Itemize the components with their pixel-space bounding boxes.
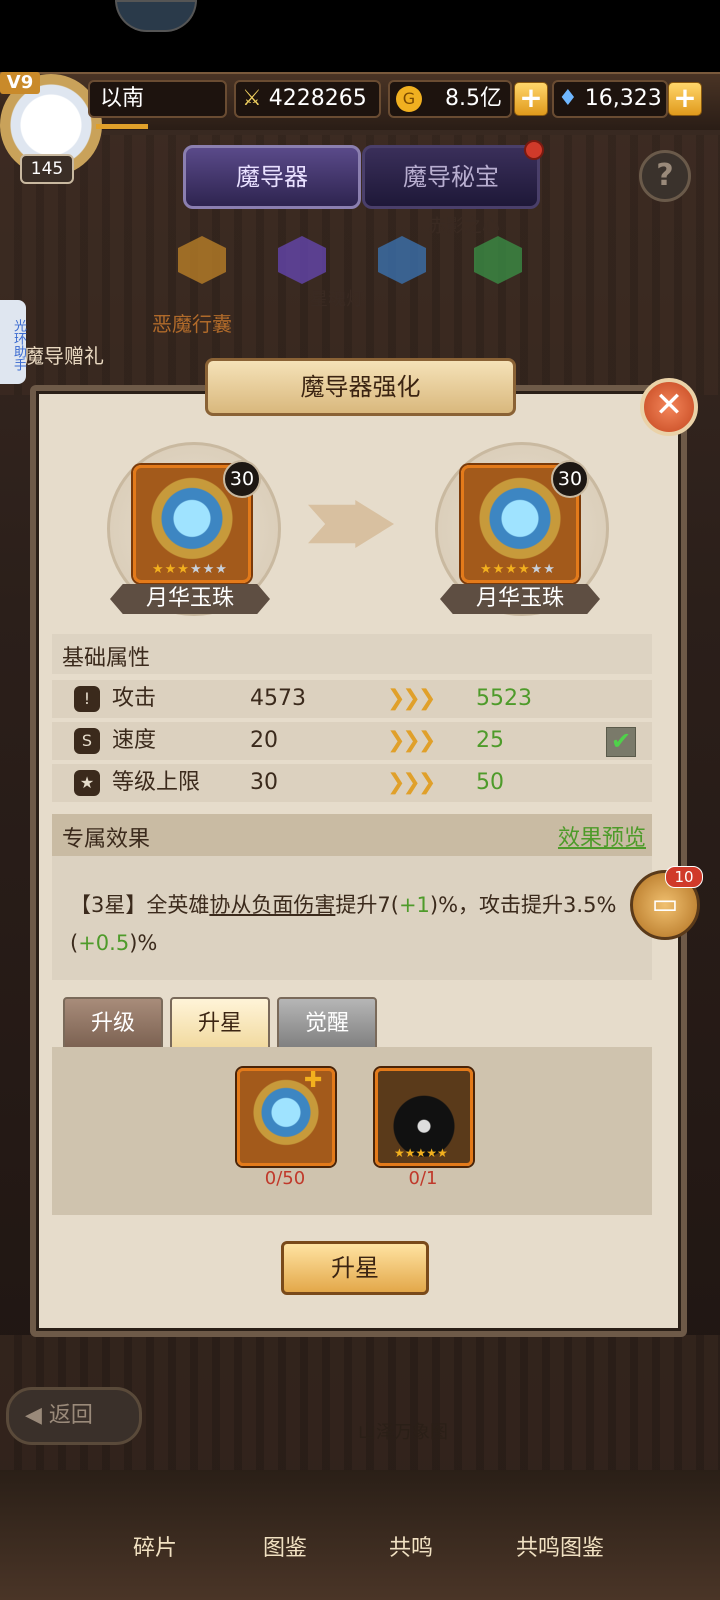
attack-icon: ! [74, 686, 100, 712]
star-icon: ★ [74, 770, 100, 796]
checkmark-icon: ✔ [606, 727, 636, 757]
base-attributes-header: 基础属性 [52, 634, 652, 674]
player-name-pill: 以南 [88, 80, 227, 118]
attr-label: 速度 [112, 728, 157, 753]
nav-resonance-codex[interactable]: 共鸣图鉴 [490, 1530, 630, 1562]
item-after-stars: ★★★★★★ [480, 562, 556, 577]
nav-fragments[interactable]: 碎片 [100, 1530, 210, 1562]
bg-scroll-label: 山泽万象图 [358, 1422, 448, 1443]
tab-awaken[interactable]: 觉醒 [277, 997, 377, 1051]
exclusive-effect-title: 专属效果 [62, 827, 151, 852]
effect-bonus: +0.5 [78, 931, 130, 955]
assist-side-tab[interactable]: 光环助手 [0, 300, 26, 384]
back-button[interactable]: ◀ 返回 [6, 1387, 142, 1445]
exclusive-effect-body: 【3星】全英雄协从负面伤害提升7(+1)%，攻击提升3.5%(+0.5)% [52, 856, 652, 980]
attr-label: 等级上限 [112, 770, 201, 795]
arrow-left-icon: ◀ [25, 1403, 42, 1428]
material-count: 0/1 [408, 1168, 438, 1189]
attr-row-level-cap: ★ 等级上限 30 ❯❯❯ 50 [52, 764, 652, 802]
exp-bar [96, 124, 148, 129]
gold-value: 8.5亿 [445, 86, 502, 111]
chevron-right-icon: ❯❯❯ [387, 686, 436, 711]
back-label: 返回 [48, 1403, 93, 1428]
effect-bonus: +1 [398, 893, 430, 917]
attr-row-attack: ! 攻击 4573 ❯❯❯ 5523 [52, 680, 652, 718]
tab-magic-device[interactable]: 魔导器 [183, 145, 361, 209]
effect-text-part: 提升7( [335, 893, 399, 917]
item-after-level: 30 [551, 460, 589, 498]
assist-label: 光环助手 [11, 319, 26, 371]
add-gold-button[interactable]: + [514, 82, 548, 116]
vip-badge: V9 [0, 72, 40, 94]
bg-bag-label: 恶魔行囊 [152, 312, 232, 336]
item-before-stars: ★★★★★★ [152, 562, 228, 577]
item-after-name: 月华玉珠 [440, 584, 600, 614]
attr-to: 5523 [476, 686, 532, 711]
chevron-right-icon: ❯❯❯ [387, 770, 436, 795]
sword-icon: ⚔ [242, 86, 262, 111]
helmet-stars: ★★★★★ [394, 1146, 448, 1160]
attr-from: 20 [250, 728, 278, 753]
bg-gift-label[interactable]: 魔导赠礼 [24, 340, 104, 369]
attr-from: 30 [250, 770, 278, 795]
player-level: 145 [20, 154, 74, 184]
event-icon[interactable] [115, 0, 197, 32]
item-before-name: 月华玉珠 [110, 584, 270, 614]
gem-pill: ♦ 16,323 [552, 80, 668, 118]
base-attributes-title: 基础属性 [62, 646, 151, 671]
material-count: 0/50 [264, 1168, 306, 1189]
gold-pill: G 8.5亿 [388, 80, 512, 118]
power-pill: ⚔ 4228265 [234, 80, 381, 118]
add-gems-button[interactable]: + [668, 82, 702, 116]
effect-text-underlined[interactable]: 协从负面伤害 [209, 893, 335, 917]
item-before-level: 30 [223, 460, 261, 498]
diamond-icon: ♦ [558, 86, 578, 111]
bg-lamp-label: 星魂灯 [310, 289, 364, 310]
close-button[interactable]: ✕ [640, 378, 698, 436]
effect-text-part: 【3星】全英雄 [70, 893, 210, 917]
effect-preview-link[interactable]: 效果预览 [558, 820, 646, 852]
player-name: 以南 [100, 86, 145, 111]
star-up-button[interactable]: 升星 [281, 1241, 429, 1295]
speed-icon: S [74, 728, 100, 754]
attr-to: 50 [476, 770, 504, 795]
tab-star-up[interactable]: 升星 [170, 997, 270, 1051]
materials-panel [52, 1047, 652, 1215]
nav-resonance[interactable]: 共鸣 [356, 1530, 466, 1562]
effect-text: 【3星】全英雄协从负面伤害提升7(+1)%，攻击提升3.5%(+0.5)% [70, 886, 630, 962]
exclusive-effect-header: 专属效果 效果预览 [52, 814, 652, 856]
nav-codex[interactable]: 图鉴 [230, 1530, 340, 1562]
attr-to: 25 [476, 728, 504, 753]
effect-text-part: )% [129, 931, 158, 955]
puzzle-piece-icon: ✚ [304, 1068, 323, 1093]
chat-badge: 10 [665, 866, 703, 888]
attr-label: 攻击 [112, 686, 157, 711]
tab-level-up[interactable]: 升级 [63, 997, 163, 1051]
tab-magic-treasure[interactable]: 魔导秘宝 [362, 145, 540, 209]
attr-from: 4573 [250, 686, 306, 711]
notification-dot [524, 140, 544, 160]
attr-row-speed: S 速度 20 ❯❯❯ 25 ✔ [52, 722, 652, 760]
gem-value: 16,323 [584, 86, 662, 111]
gold-coin-icon: G [396, 86, 422, 112]
help-icon[interactable]: ? [639, 150, 691, 202]
dialog-title: 魔导器强化 [205, 358, 516, 416]
power-value: 4228265 [268, 86, 367, 111]
chevron-right-icon: ❯❯❯ [387, 728, 436, 753]
bg-item-label: 赤影之心 [428, 216, 500, 237]
